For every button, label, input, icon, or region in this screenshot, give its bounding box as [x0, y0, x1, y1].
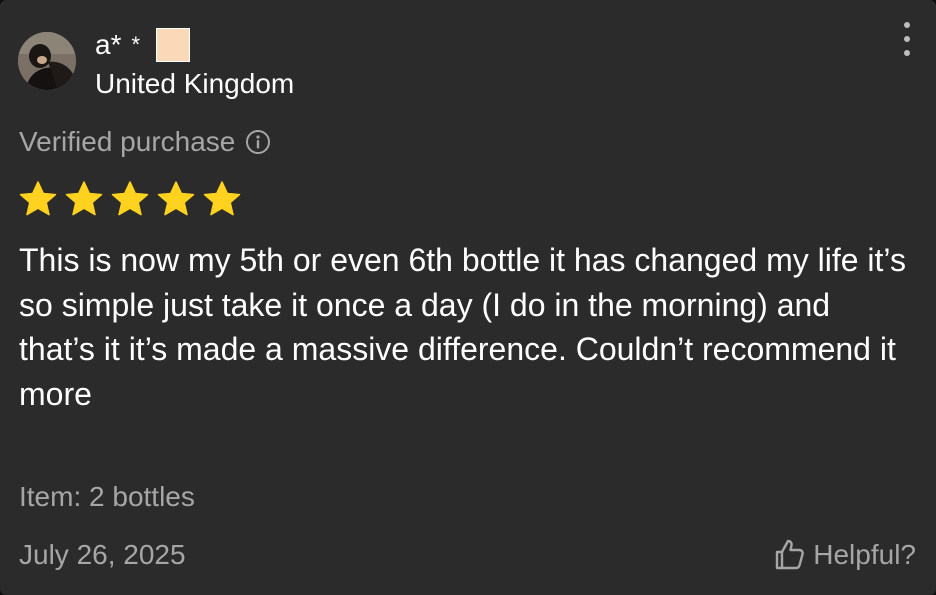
review-text: This is now my 5th or even 6th bottle it…	[19, 242, 906, 412]
star-icon	[64, 180, 104, 218]
helpful-button[interactable]: Helpful?	[771, 535, 916, 575]
reviewer-name-row: a* *	[95, 28, 191, 62]
reviewer-name: a*	[95, 29, 122, 60]
review-card: a* * United Kingdom Verified purchase Th…	[0, 0, 936, 595]
more-vertical-icon-dot-3	[904, 50, 910, 56]
review-date: July 26, 2025	[19, 539, 186, 570]
reviewer-name-suffix: *	[131, 32, 141, 57]
star-icon	[18, 180, 58, 218]
star-rating	[18, 180, 242, 218]
info-icon[interactable]	[245, 129, 271, 155]
star-icon	[202, 180, 242, 218]
more-vertical-icon-dot-2	[904, 36, 910, 42]
reviewer-country: United Kingdom	[95, 68, 295, 99]
helpful-label: Helpful?	[813, 539, 916, 570]
avatar-image	[18, 32, 76, 90]
thumbs-up-icon	[776, 539, 805, 570]
more-vertical-icon-dot-1	[904, 22, 910, 28]
verified-purchase-row: Verified purchase	[19, 125, 271, 159]
star-icon	[110, 180, 150, 218]
more-options-button[interactable]	[900, 22, 914, 56]
verified-purchase-label: Verified purchase	[19, 126, 236, 157]
star-icon	[156, 180, 196, 218]
reviewer-avatar[interactable]	[18, 32, 76, 90]
country-flag-icon	[156, 28, 191, 62]
purchased-item-label: Item: 2 bottles	[19, 481, 195, 512]
